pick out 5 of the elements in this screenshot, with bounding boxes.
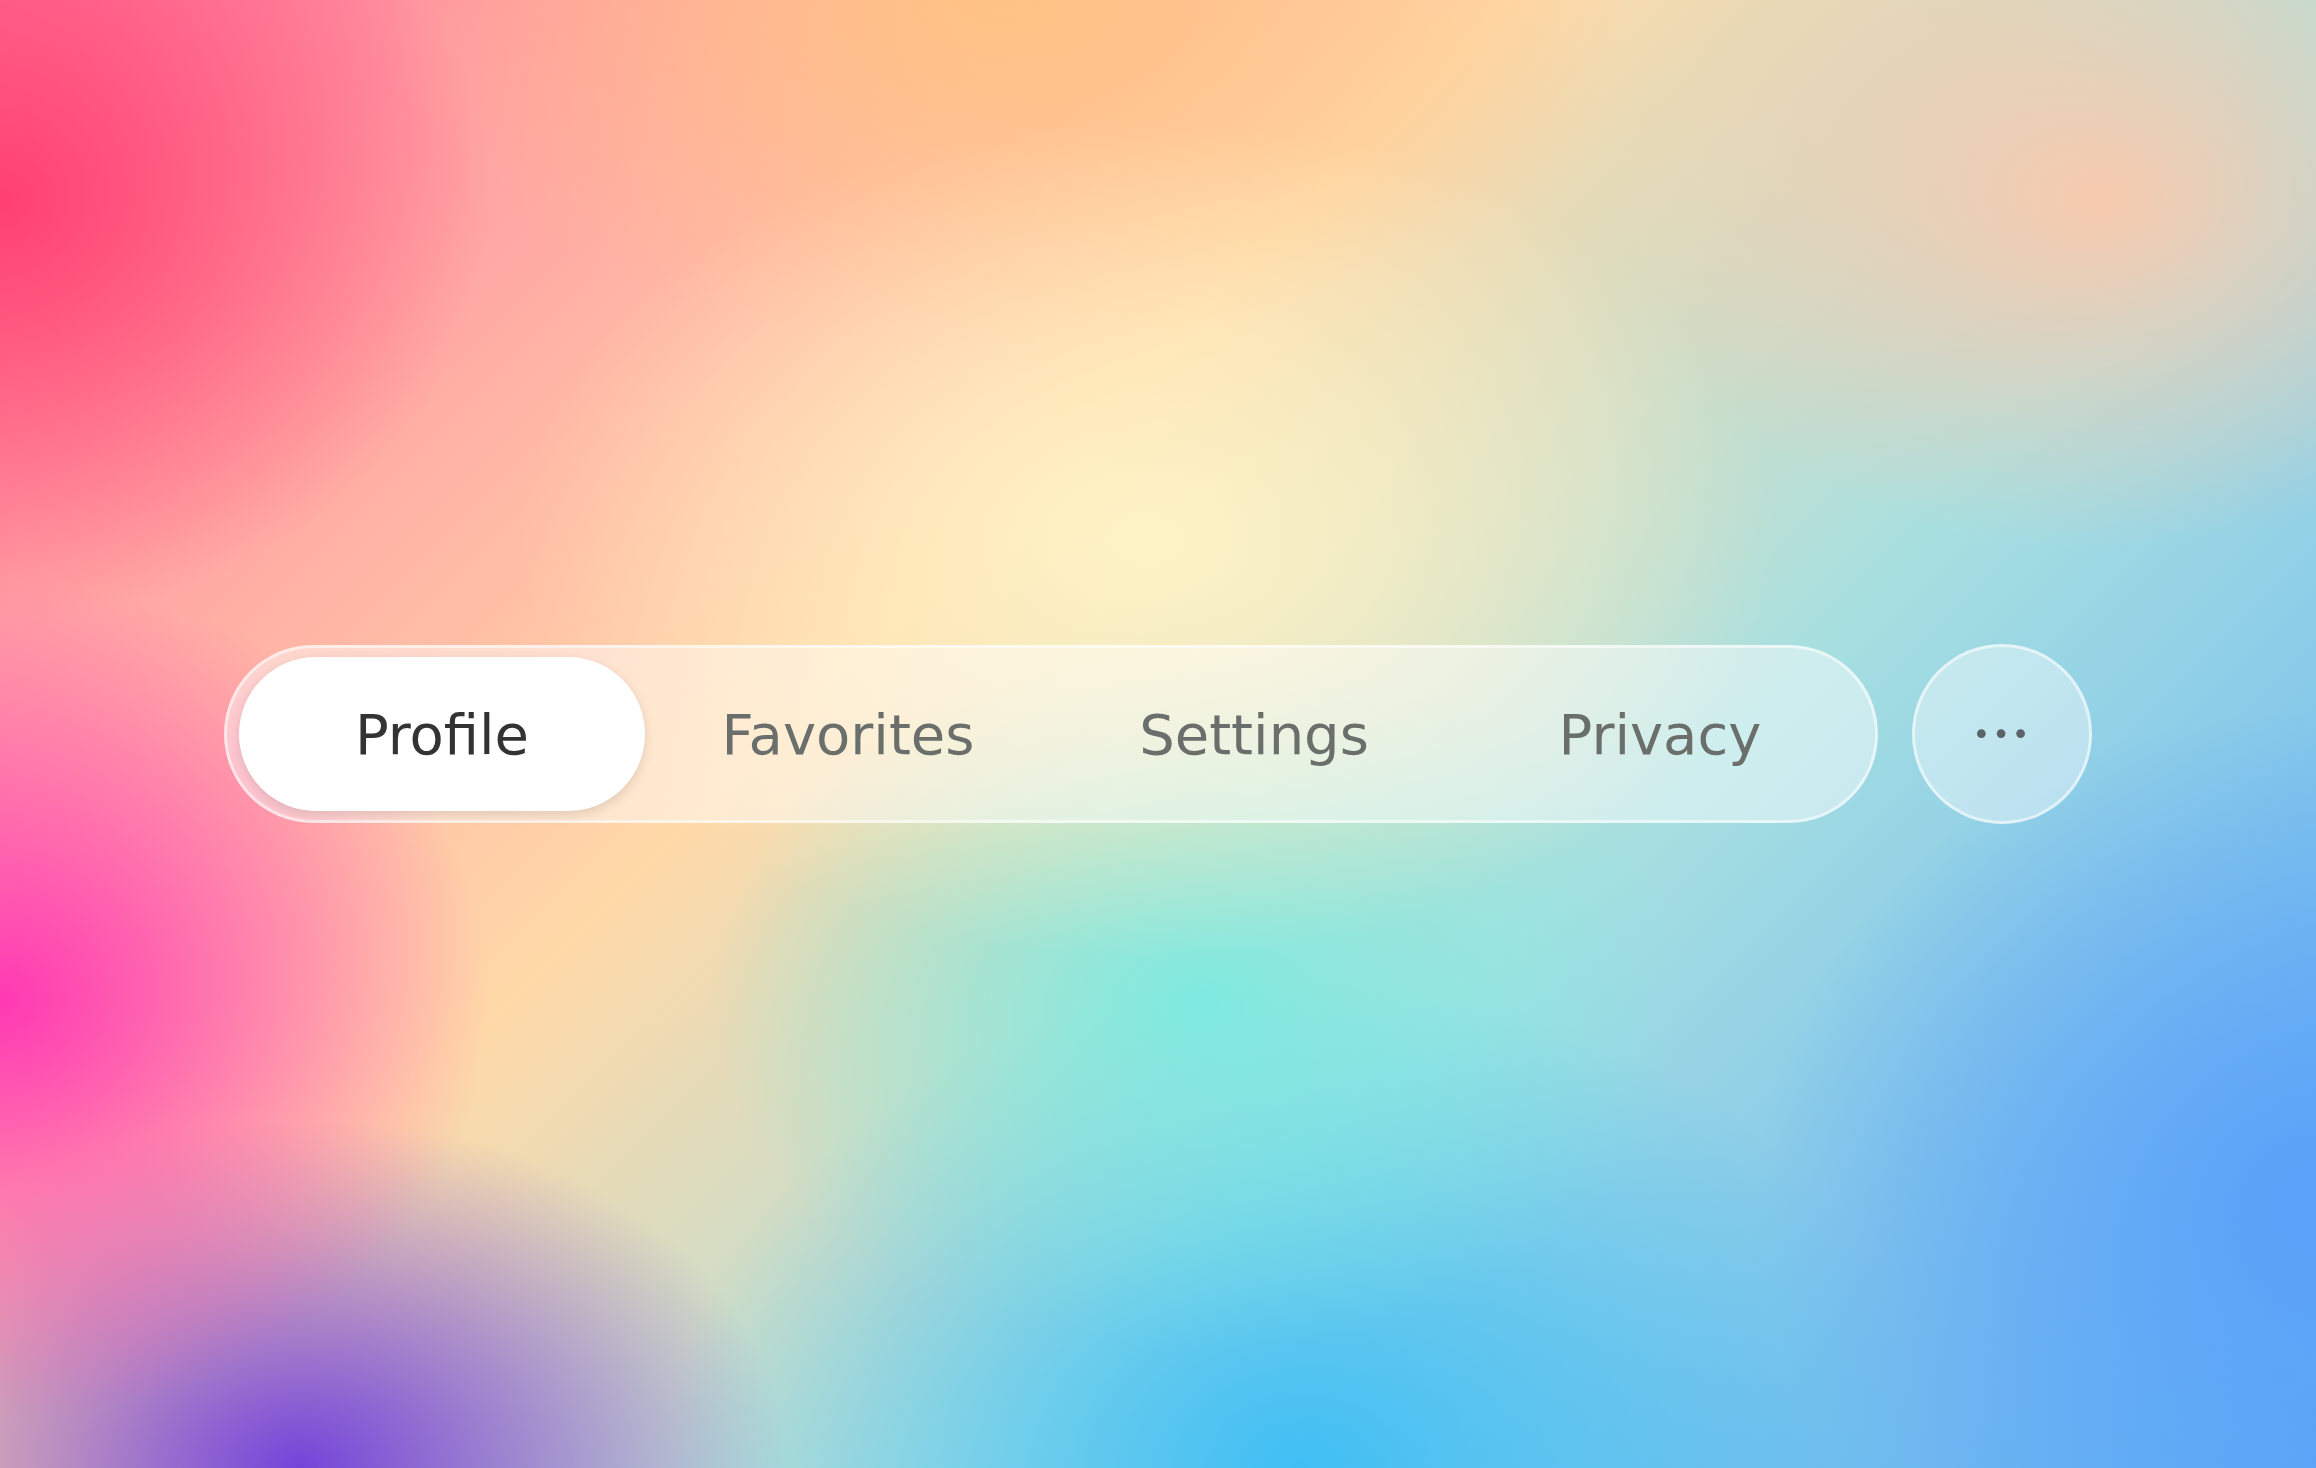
tab[interactable]: Favorites	[645, 657, 1051, 811]
more-button[interactable]: •••	[1912, 644, 2092, 824]
tab[interactable]: Profile	[239, 657, 645, 811]
tab[interactable]: Settings	[1051, 657, 1457, 811]
tab[interactable]: Privacy	[1457, 657, 1863, 811]
